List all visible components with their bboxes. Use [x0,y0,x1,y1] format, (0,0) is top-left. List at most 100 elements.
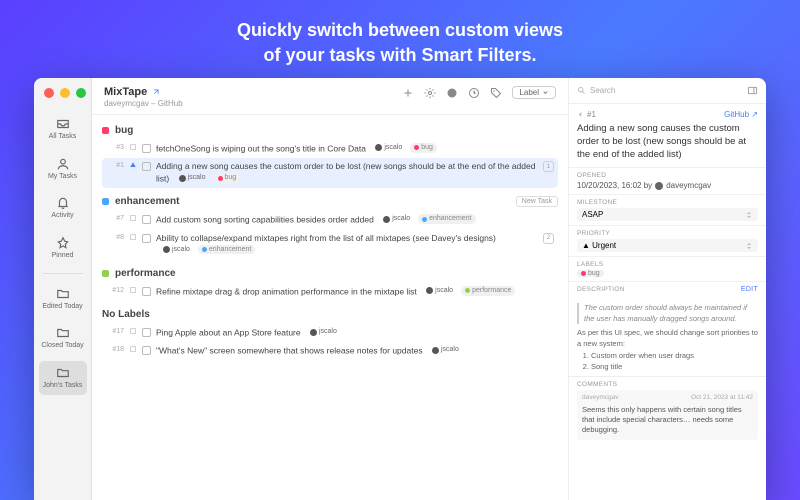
sidebar-item-johns-tasks[interactable]: John's Tasks [39,361,87,395]
status-icon [129,214,137,222]
task-title: fetchOneSong is wiping out the song's ti… [156,143,554,155]
label-chip: enhancement [418,214,475,224]
close-icon[interactable] [44,88,54,98]
new-task-button[interactable]: New Task [516,196,558,207]
status-icon [129,286,137,294]
sidebar-item-edited-today[interactable]: Edited Today [39,282,87,316]
assignee-chip: jscalo [379,214,414,224]
chevron-down-icon [542,89,549,96]
main-pane: MixTape daveymcgav – GitHub Label bug #3 f… [92,78,568,500]
sidebar-item-label: Closed Today [41,342,83,350]
section-title: No Labels [102,309,558,320]
task-title: Adding a new song causes the custom orde… [156,161,538,185]
label-chip[interactable]: bug [577,270,604,277]
label-chip: bug [214,173,241,183]
task-row[interactable]: #18 "What's New" screen somewhere that sh… [102,342,558,360]
priority-select[interactable]: ▲ Urgent [577,239,758,252]
tag-icon[interactable] [490,87,502,99]
task-title: "What's New" screen somewhere that shows… [156,345,554,357]
folder-icon [55,326,71,340]
plus-icon[interactable] [402,87,414,99]
task-checkbox[interactable] [142,287,151,296]
panel-toggle-icon[interactable] [747,85,758,96]
sidebar-item-activity[interactable]: Activity [39,191,87,225]
chevron-updown-icon [745,211,753,219]
task-row[interactable]: #7Add custom song sorting capabilities b… [102,211,558,229]
sidebar-item-my-tasks[interactable]: My Tasks [39,152,87,186]
labels-label: LABELS [577,261,758,268]
opened-value: 10/20/2023, 16:02 by daveymcgav [577,181,758,190]
task-number: #1 [106,161,124,171]
assignee-chip: jscalo [159,245,194,255]
minimize-icon[interactable] [60,88,70,98]
priority-label: PRIORITY [577,230,758,237]
maximize-icon[interactable] [76,88,86,98]
status-icon [129,327,137,335]
comment-count: 1 [543,161,554,172]
sidebar-item-label: Edited Today [42,303,82,311]
assignee-chip: jscalo [306,327,341,337]
filter-icon[interactable] [446,87,458,99]
task-row[interactable]: #17Ping Apple about an App Store feature… [102,324,558,342]
label-chip: bug [410,143,437,153]
priority-icon [129,161,137,169]
task-number: #18 [106,345,124,355]
section-title: enhancement [115,196,510,207]
status-icon [129,233,137,241]
description-body: The custom order should always be mainta… [569,299,766,376]
opened-label: OPENED [577,172,758,179]
clock-icon[interactable] [468,87,480,99]
sidebar-item-label: All Tasks [49,133,77,141]
sidebar-item-label: Pinned [52,252,74,260]
sidebar: All Tasks My Tasks Activity Pinned Edite… [34,78,92,500]
description-label: DESCRIPTION [577,286,625,293]
person-icon [55,157,71,171]
task-checkbox[interactable] [142,162,151,171]
comment-user: daveymcgav [582,394,619,403]
chevron-left-icon[interactable] [577,111,584,118]
milestone-select[interactable]: ASAP [577,208,758,221]
status-icon [129,143,137,151]
section-title: performance [115,268,558,279]
milestone-label: MILESTONE [577,199,758,206]
label-dropdown[interactable]: Label [512,86,556,99]
task-number: #12 [106,286,124,296]
sidebar-item-label: My Tasks [48,173,77,181]
source-link[interactable]: GitHub ↗ [724,110,758,119]
titlebar: MixTape daveymcgav – GitHub Label [92,78,568,115]
task-checkbox[interactable] [142,215,151,224]
task-row[interactable]: #12 Refine mixtape drag & drop animation … [102,283,558,301]
project-subtitle: daveymcgav – GitHub [104,99,402,108]
task-row[interactable]: #8Ability to collapse/expand mixtapes ri… [102,230,558,260]
task-title: Refine mixtape drag & drop animation per… [156,286,554,298]
task-checkbox[interactable] [142,144,151,153]
edit-link[interactable]: Edit [741,286,758,293]
task-row[interactable]: #3 fetchOneSong is wiping out the song's … [102,140,558,158]
folder-icon [55,287,71,301]
sidebar-item-all-tasks[interactable]: All Tasks [39,112,87,146]
label-chip: enhancement [198,245,255,255]
task-number: #3 [106,143,124,153]
search-input[interactable]: Search [577,86,741,95]
task-title: Add custom song sorting capabilities bes… [156,214,554,226]
sidebar-item-closed-today[interactable]: Closed Today [39,321,87,355]
sidebar-item-pinned[interactable]: Pinned [39,231,87,265]
sidebar-item-label: Activity [51,212,73,220]
project-title: MixTape [104,86,147,98]
task-row[interactable]: #1 Adding a new song causes the custom or… [102,158,558,188]
task-title: Ping Apple about an App Store feature js… [156,327,554,339]
chevron-updown-icon [745,242,753,250]
task-list: bug #3 fetchOneSong is wiping out the song… [92,115,568,500]
comment-date: Oct 21, 2023 at 11:42 [691,394,753,403]
external-link-icon[interactable] [151,88,160,97]
task-checkbox[interactable] [142,346,151,355]
hero-line-2: of your tasks with Smart Filters. [0,43,800,68]
search-icon [577,86,586,95]
task-checkbox[interactable] [142,234,151,243]
hero-line-1: Quickly switch between custom views [0,18,800,43]
task-checkbox[interactable] [142,328,151,337]
tray-icon [55,117,71,131]
gear-icon[interactable] [424,87,436,99]
assignee-chip: jscalo [422,286,457,296]
issue-title: Adding a new song causes the custom orde… [569,123,766,167]
